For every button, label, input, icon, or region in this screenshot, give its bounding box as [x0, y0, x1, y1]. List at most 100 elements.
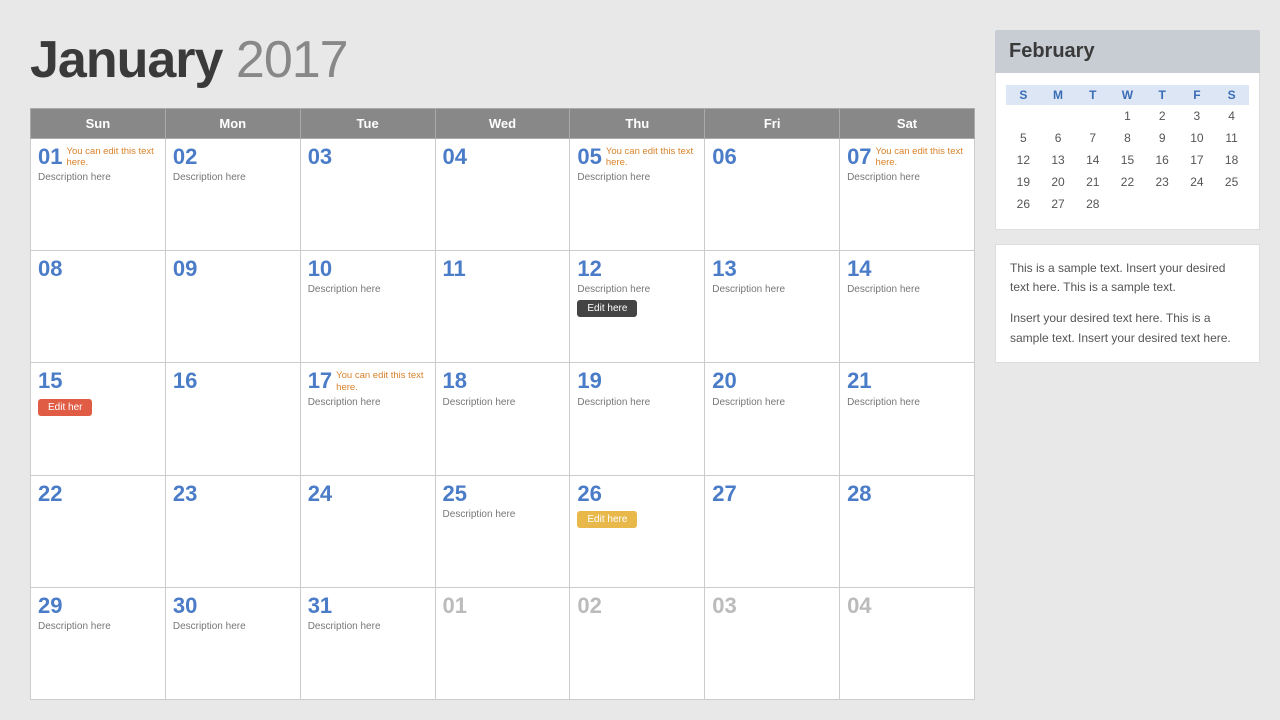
edit-label[interactable]: You can edit this text here. — [66, 146, 157, 169]
day-description: Description here — [712, 284, 832, 295]
mini-cal-cell: 7 — [1075, 127, 1110, 149]
day-number: 20 — [712, 369, 832, 393]
day-description: Description here — [308, 397, 428, 408]
mini-cal-cell: 8 — [1110, 127, 1145, 149]
col-mon: Mon — [165, 109, 300, 139]
day-cell: 11 — [435, 251, 570, 363]
day-description: Description here — [847, 284, 967, 295]
day-number: 09 — [173, 257, 293, 281]
mini-cal-cell: 24 — [1180, 171, 1215, 193]
day-description: Description here — [173, 172, 293, 183]
day-number: 24 — [308, 482, 428, 506]
weekday-header-row: Sun Mon Tue Wed Thu Fri Sat — [31, 109, 975, 139]
sidebar: February SMTWTFS 12345678910111213141516… — [995, 30, 1260, 700]
day-cell: 24 — [300, 475, 435, 587]
day-number: 06 — [712, 145, 832, 169]
week-row-2: 15 Edit her 16 17You can edit this text her… — [31, 363, 975, 475]
day-description: Description here — [38, 621, 158, 632]
day-cell: 07You can edit this text here.Descriptio… — [840, 139, 975, 251]
day-description: Description here — [577, 397, 697, 408]
mini-cal-row: 1234 — [1006, 105, 1249, 127]
day-number: 23 — [173, 482, 293, 506]
sidebar-text-1: This is a sample text. Insert your desir… — [1010, 259, 1245, 297]
day-cell: 14Description here — [840, 251, 975, 363]
day-cell: 31 Description here — [300, 587, 435, 699]
day-cell: 10Description here — [300, 251, 435, 363]
day-number: 26 — [577, 482, 697, 506]
day-cell: 13Description here — [705, 251, 840, 363]
mini-calendar: SMTWTFS 12345678910111213141516171819202… — [1006, 85, 1249, 215]
day-number: 02 — [577, 594, 697, 618]
col-tue: Tue — [300, 109, 435, 139]
mini-cal-cell: 21 — [1075, 171, 1110, 193]
day-number: 18 — [443, 369, 563, 393]
month-label: January — [30, 31, 222, 89]
day-cell: 12Description hereEdit here — [570, 251, 705, 363]
main-section: January 2017 Sun Mon Tue Wed Thu Fri Sat… — [30, 30, 975, 700]
mini-cal-row: 19202122232425 — [1006, 171, 1249, 193]
day-description: Description here — [712, 397, 832, 408]
col-sat: Sat — [840, 109, 975, 139]
day-description: Description here — [308, 284, 428, 295]
day-cell: 18 Description here — [435, 363, 570, 475]
day-number: 01 — [38, 145, 62, 169]
mini-cal-cell: 6 — [1041, 127, 1076, 149]
event-bar[interactable]: Edit her — [38, 399, 92, 416]
mini-cal-cell: 15 — [1110, 149, 1145, 171]
day-cell: 01You can edit this text here. Descriptio… — [31, 139, 166, 251]
feb-title: February — [1009, 40, 1095, 62]
day-cell: 22 — [31, 475, 166, 587]
day-number: 19 — [577, 369, 697, 393]
edit-label[interactable]: You can edit this text here. — [606, 146, 697, 169]
week-row-3: 22232425Description here26Edit here2728 — [31, 475, 975, 587]
mini-cal-col: T — [1075, 85, 1110, 105]
day-description: Description here — [38, 172, 158, 183]
mini-cal-cell: 19 — [1006, 171, 1041, 193]
day-number: 05 — [577, 145, 601, 169]
mini-cal-cell: 16 — [1145, 149, 1180, 171]
mini-cal-row: 262728 — [1006, 193, 1249, 215]
week-row-1: 080910Description here1112Description he… — [31, 251, 975, 363]
day-number: 31 — [308, 594, 428, 618]
day-description: Description here — [443, 397, 563, 408]
day-cell: 01 — [435, 587, 570, 699]
day-cell: 28 — [840, 475, 975, 587]
mini-cal-col: M — [1041, 85, 1076, 105]
page-title: January 2017 — [30, 30, 975, 90]
day-number: 22 — [38, 482, 158, 506]
event-bar[interactable]: Edit here — [577, 511, 637, 528]
mini-cal-cell: 2 — [1145, 105, 1180, 127]
day-number: 03 — [712, 594, 832, 618]
mini-cal-cell: 23 — [1145, 171, 1180, 193]
mini-cal-cell: 28 — [1075, 193, 1110, 215]
day-description: Description here — [173, 621, 293, 632]
day-number: 16 — [173, 369, 293, 393]
day-cell: 04 — [435, 139, 570, 251]
mini-cal-cell: 12 — [1006, 149, 1041, 171]
edit-label[interactable]: You can edit this text here. — [336, 370, 427, 393]
col-sun: Sun — [31, 109, 166, 139]
day-number: 17 — [308, 369, 332, 393]
mini-cal-cell — [1214, 193, 1249, 215]
edit-label[interactable]: You can edit this text here. — [876, 146, 967, 169]
day-number: 29 — [38, 594, 158, 618]
day-number: 12 — [577, 257, 697, 281]
feb-header: February — [995, 30, 1260, 73]
day-description: Description here — [308, 621, 428, 632]
day-description: Description here — [577, 172, 697, 183]
mini-cal-cell: 17 — [1180, 149, 1215, 171]
col-thu: Thu — [570, 109, 705, 139]
mini-cal-row: 567891011 — [1006, 127, 1249, 149]
mini-cal-cell: 27 — [1041, 193, 1076, 215]
day-cell: 04 — [840, 587, 975, 699]
day-number: 27 — [712, 482, 832, 506]
mini-cal-col: T — [1145, 85, 1180, 105]
day-number: 04 — [443, 145, 563, 169]
day-cell: 19 Description here — [570, 363, 705, 475]
mini-cal-cell — [1145, 193, 1180, 215]
event-bar[interactable]: Edit here — [577, 300, 637, 317]
day-cell: 17You can edit this text here. Descriptio… — [300, 363, 435, 475]
mini-cal-col: S — [1214, 85, 1249, 105]
week-row-4: 29Description here30Description here31De… — [31, 587, 975, 699]
day-number: 15 — [38, 369, 158, 393]
